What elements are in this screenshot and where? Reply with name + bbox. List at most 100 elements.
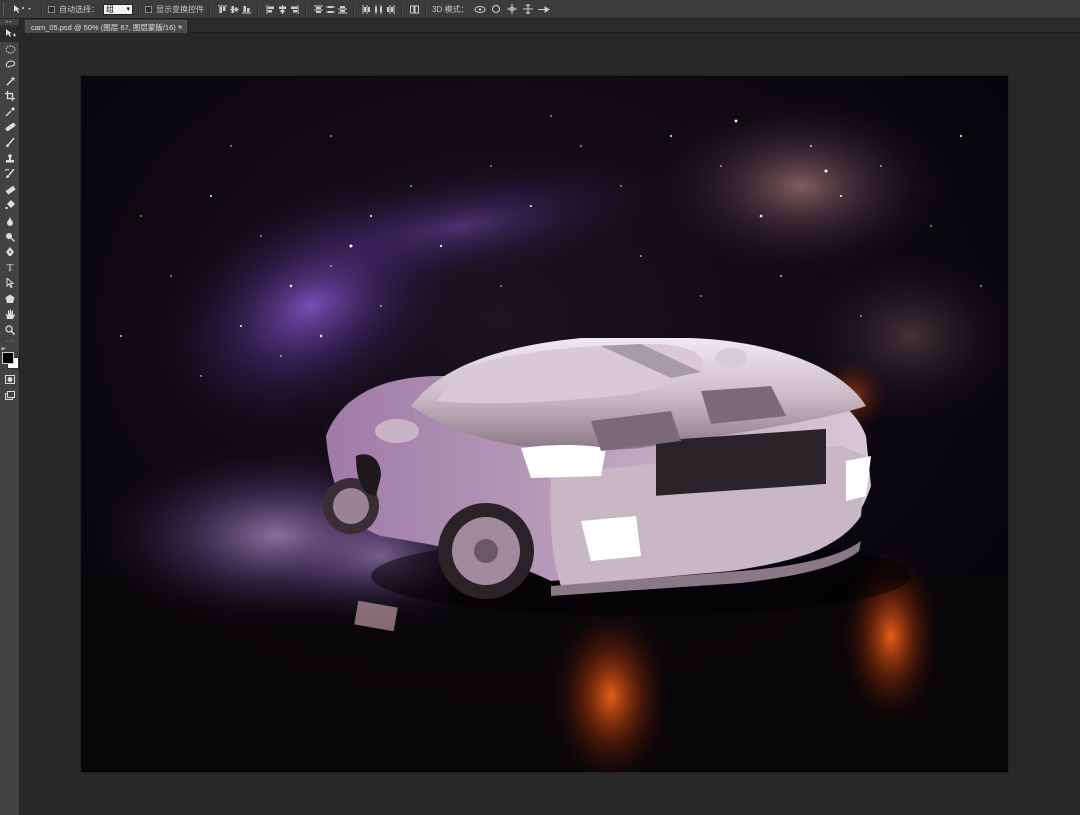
dodge-tool-icon [6,232,15,242]
dist-bottom-button[interactable] [337,3,347,15]
lasso-tool-icon [5,60,15,69]
type-tool[interactable]: T [0,260,20,276]
paint-bucket-tool-icon [4,200,15,210]
dist-top-button[interactable] [313,3,323,15]
dist-hcenter-button[interactable] [373,3,383,15]
document-workspace[interactable] [21,34,1080,815]
marquee-tool-icon [5,45,15,54]
separator [138,2,140,16]
show-transform-checkbox[interactable] [145,5,152,13]
paint-bucket-tool[interactable] [0,198,20,214]
eraser-tool[interactable] [0,182,20,198]
color-swatches: ■▪ [0,346,20,372]
hand-tool[interactable] [0,307,20,323]
align-left-icon [266,4,274,14]
close-tab-icon[interactable]: × [178,21,183,33]
align-vcenter-button[interactable] [229,3,239,15]
crop-tool[interactable] [0,88,20,104]
separator [305,2,307,16]
3d-scale-button[interactable] [537,3,551,15]
align-hcenter-icon [278,4,286,14]
canvas-artwork [81,76,1008,772]
separator [425,2,427,16]
separator [257,2,259,16]
separator [353,2,355,16]
brush-tool-icon [6,137,15,147]
show-transform-control: 显示变换控件 [145,4,204,15]
document-canvas[interactable] [81,76,1008,772]
healing-brush-tool-icon [5,123,15,132]
auto-select-dropdown[interactable]: 组 [103,3,133,15]
tool-preset-picker[interactable] [12,4,36,15]
3d-rotate-icon [474,5,486,13]
eyedropper-tool[interactable] [0,104,20,120]
3d-slide-icon [523,4,534,14]
align-top-button[interactable] [217,3,227,15]
tools-panel-grip[interactable]: ▸▸ [0,19,19,26]
quick-mask-button[interactable] [0,372,20,388]
3d-mode-label: 3D 模式： [432,4,469,14]
move-tool-icon [5,28,16,37]
zoom-tool[interactable] [0,322,20,338]
auto-select-control: 自动选择： 组 [48,3,133,15]
align-hcenter-button[interactable] [277,3,287,15]
align-bottom-button[interactable] [241,3,251,15]
document-tab[interactable]: cam_05.psd @ 50% (图层 67, 图层蒙版/16) * × [25,20,187,33]
3d-roll-button[interactable] [489,3,503,15]
move-tool-icon [14,4,31,13]
3d-slide-button[interactable] [521,3,535,15]
healing-brush-tool[interactable] [0,120,20,136]
auto-align-icon [409,5,419,13]
dist-hcenter-icon [374,4,382,14]
dodge-tool[interactable] [0,229,20,245]
dist-left-icon [362,4,370,14]
shape-tool-icon [5,294,15,303]
align-right-button[interactable] [289,3,299,15]
auto-select-label: 自动选择： [59,4,99,14]
dist-left-button[interactable] [361,3,371,15]
dist-top-icon [313,5,323,13]
separator [41,2,43,16]
align-vcenter-icon [229,5,239,13]
crop-tool-icon [5,91,15,102]
pen-tool[interactable] [0,244,20,260]
options-bar: 自动选择： 组 显示变换控件 3D 模式： [0,0,1080,19]
marquee-tool[interactable] [0,42,20,58]
quick-select-tool[interactable] [0,73,20,89]
more-tools[interactable]: ··· [0,338,20,346]
screen-mode-icon [5,390,15,400]
align-left-button[interactable] [265,3,275,15]
3d-pan-icon [507,4,518,14]
3d-scale-icon [538,5,551,13]
auto-select-value: 组 [106,4,114,14]
options-bar-grip[interactable] [3,3,8,15]
history-brush-tool[interactable] [0,166,20,182]
brush-tool[interactable] [0,135,20,151]
quick-mask-icon [5,375,15,385]
dist-vcenter-button[interactable] [325,3,335,15]
3d-pan-button[interactable] [505,3,519,15]
blur-tool[interactable] [0,213,20,229]
clone-stamp-tool-icon [6,153,14,163]
move-tool[interactable] [0,26,20,42]
blur-tool-icon [7,215,13,226]
zoom-tool-icon [5,325,15,336]
lasso-tool[interactable] [0,57,20,73]
dist-right-button[interactable] [385,3,395,15]
ellipsis-icon: ··· [6,337,14,345]
clone-stamp-tool[interactable] [0,151,20,167]
document-tab-strip: cam_05.psd @ 50% (图层 67, 图层蒙版/16) * × [22,19,1080,33]
auto-align-button[interactable] [409,3,419,15]
screen-mode-button[interactable] [0,387,20,403]
3d-rotate-button[interactable] [473,3,487,15]
tools-panel: ▸▸ T ··· ■▪ [0,19,20,815]
shape-tool[interactable] [0,291,20,307]
auto-select-checkbox[interactable] [48,5,55,13]
3d-roll-icon [492,4,501,13]
dist-bottom-icon [337,5,347,13]
foreground-color-swatch[interactable] [2,351,14,364]
separator [209,2,211,16]
path-select-tool[interactable] [0,276,20,292]
align-bottom-icon [241,5,251,13]
align-right-icon [290,4,298,14]
